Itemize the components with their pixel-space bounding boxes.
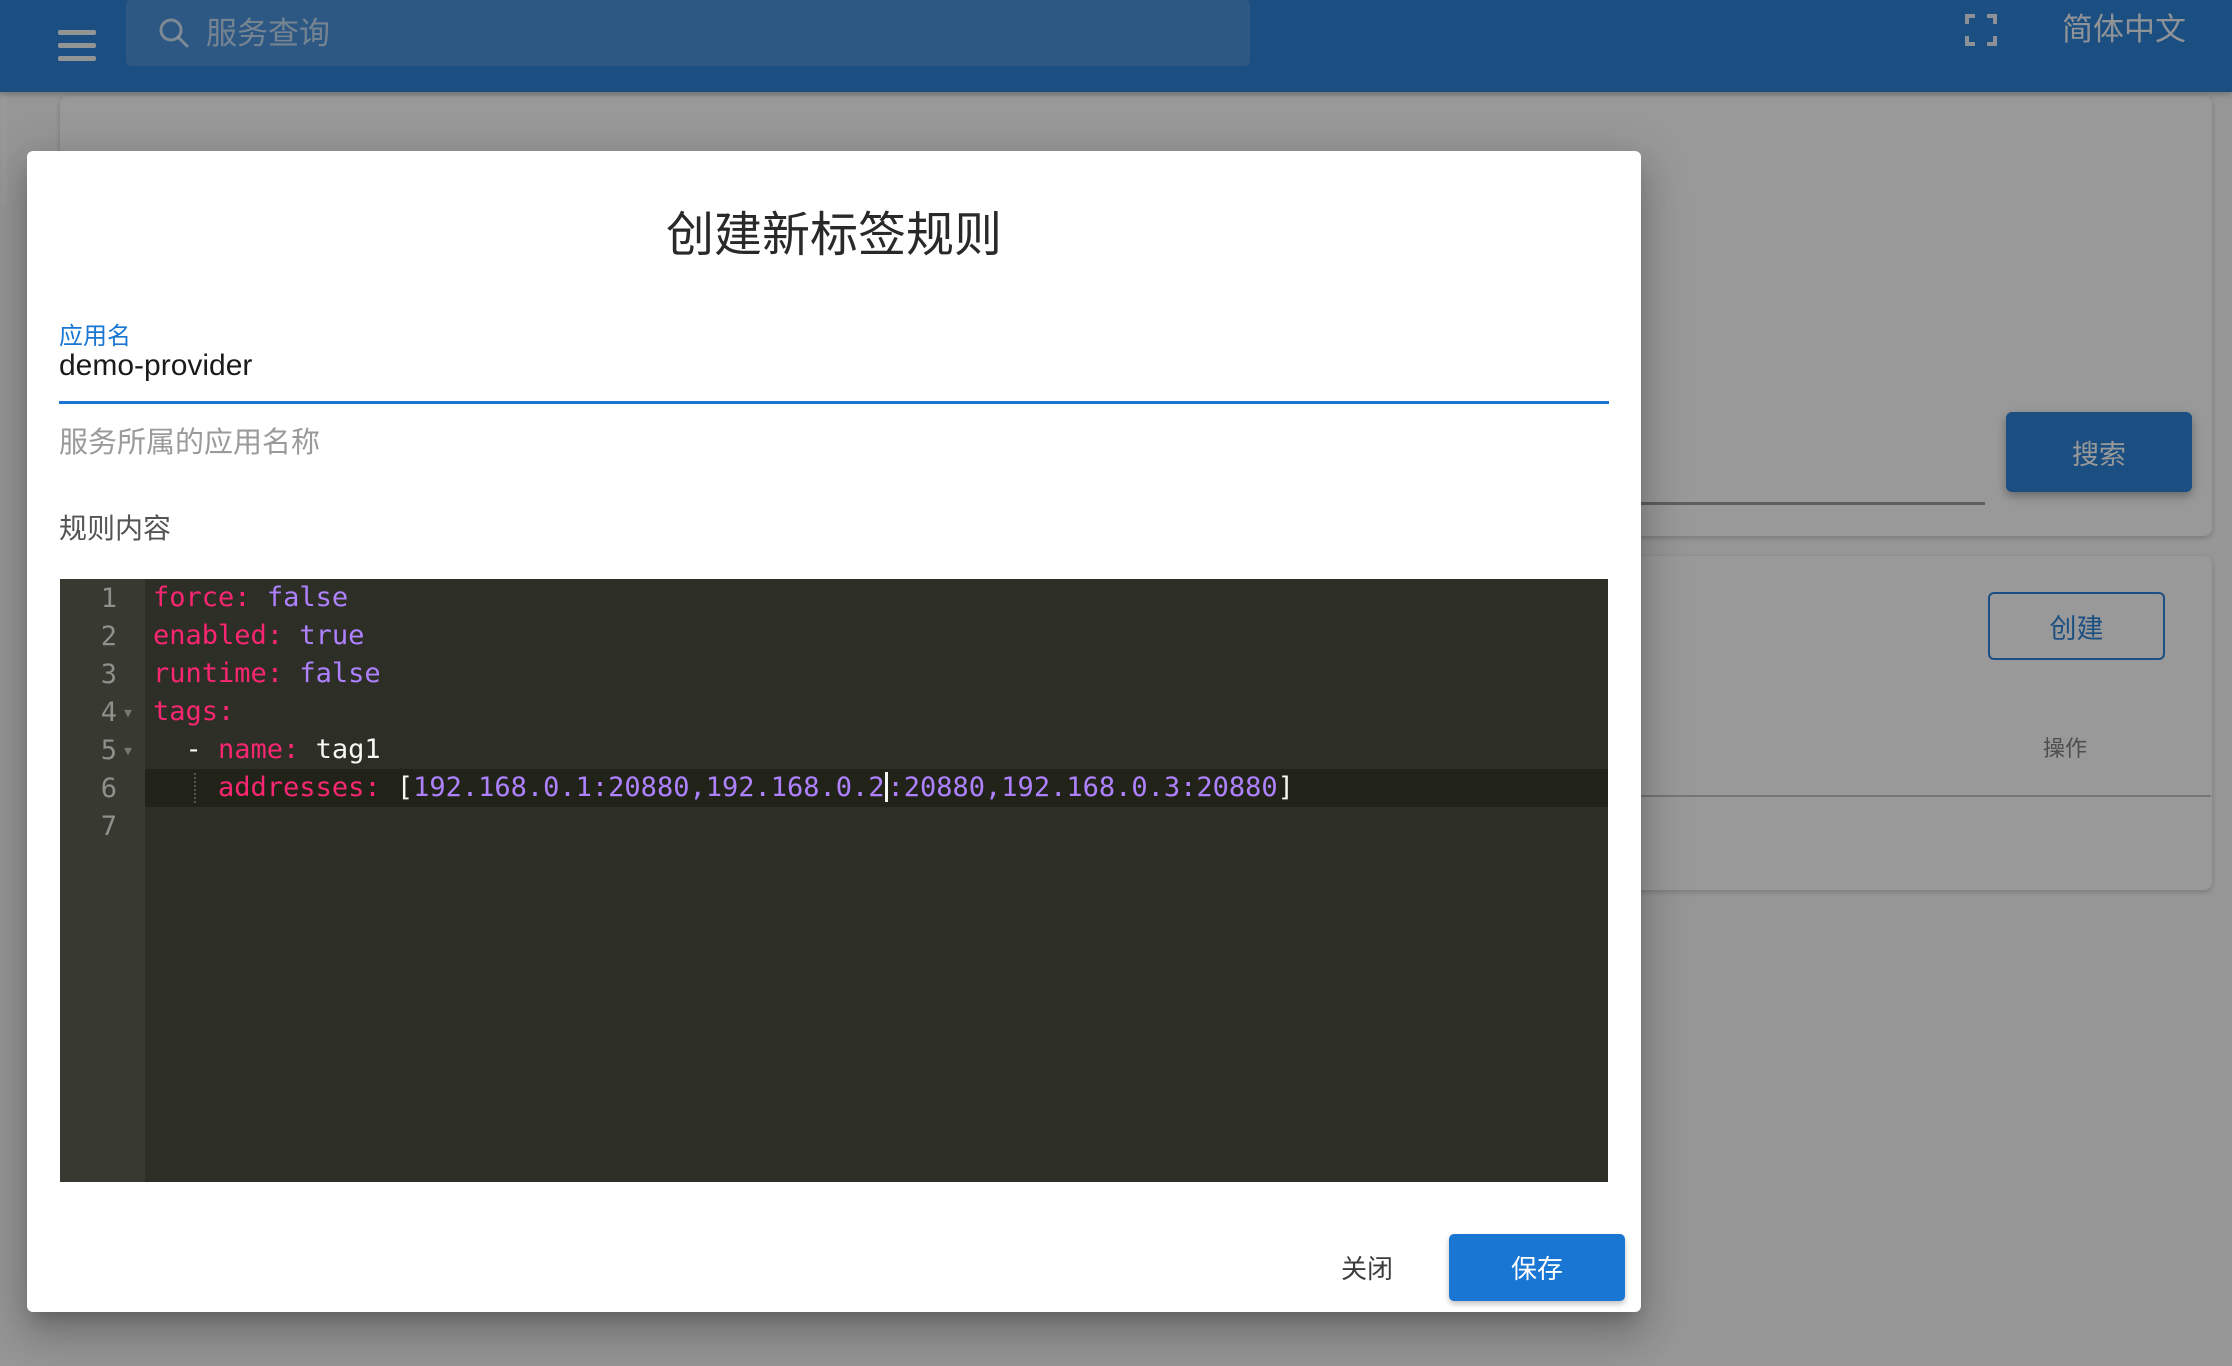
code-token: [	[381, 772, 414, 803]
code-token: runtime:	[153, 658, 283, 689]
yaml-code-editor[interactable]: 1234▾5▾67 force: falseenabled: truerunti…	[60, 579, 1608, 1182]
screen: 简体中文 搜索 创建 操作 创建新标签规则 应用名 demo-provider …	[0, 0, 2232, 1366]
code-line[interactable]: tags:	[145, 693, 1608, 731]
code-token	[283, 658, 299, 689]
code-line[interactable]: enabled: true	[145, 617, 1608, 655]
create-tag-rule-dialog: 创建新标签规则 应用名 demo-provider 服务所属的应用名称 规则内容…	[27, 151, 1641, 1312]
fold-arrow-icon: ▾	[117, 738, 139, 762]
code-token: name:	[218, 734, 299, 765]
code-token: enabled:	[153, 620, 283, 651]
code-line[interactable]: - name: tag1	[145, 731, 1608, 769]
rule-content-label: 规则内容	[59, 507, 171, 547]
code-token: force:	[153, 582, 251, 613]
code-token: 192.168.0.1:20880,192.168.0.2	[413, 772, 884, 803]
code-token: -	[153, 734, 218, 765]
editor-gutter: 1234▾5▾67	[60, 579, 145, 1182]
code-token	[283, 620, 299, 651]
save-button[interactable]: 保存	[1449, 1234, 1625, 1301]
gutter-line-number[interactable]: 4▾	[60, 693, 145, 731]
code-token: ]	[1278, 772, 1294, 803]
fold-arrow-icon: ▾	[117, 700, 139, 724]
gutter-line-number: 6	[60, 769, 145, 807]
code-token: false	[267, 582, 348, 613]
gutter-line-number: 1	[60, 579, 145, 617]
app-name-field-underline	[59, 401, 1609, 404]
gutter-line-number: 7	[60, 807, 145, 845]
code-token: false	[299, 658, 380, 689]
code-token: addresses:	[218, 772, 381, 803]
dialog-title: 创建新标签规则	[27, 195, 1641, 265]
code-line[interactable]	[145, 807, 1608, 845]
gutter-line-number: 2	[60, 617, 145, 655]
indent-guide	[194, 773, 196, 803]
gutter-line-number[interactable]: 5▾	[60, 731, 145, 769]
code-line[interactable]: runtime: false	[145, 655, 1608, 693]
code-token: :20880,192.168.0.3:20880	[888, 772, 1278, 803]
code-token: true	[299, 620, 364, 651]
code-token	[153, 772, 218, 803]
code-token	[251, 582, 267, 613]
code-token: tag1	[316, 734, 381, 765]
gutter-line-number: 3	[60, 655, 145, 693]
app-name-hint: 服务所属的应用名称	[59, 419, 320, 461]
code-line[interactable]: force: false	[145, 579, 1608, 617]
code-line[interactable]: addresses: [192.168.0.1:20880,192.168.0.…	[145, 769, 1608, 807]
close-button[interactable]: 关闭	[1307, 1234, 1427, 1301]
app-name-field[interactable]: demo-provider	[59, 349, 252, 383]
editor-code[interactable]: force: falseenabled: trueruntime: falset…	[145, 579, 1608, 1182]
code-token: tags:	[153, 696, 234, 727]
code-token	[299, 734, 315, 765]
app-name-label: 应用名	[59, 316, 131, 351]
